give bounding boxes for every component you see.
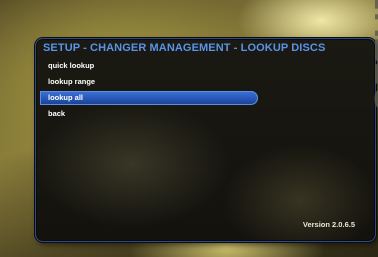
page-title: SETUP - CHANGER MANAGEMENT - LOOKUP DISC… bbox=[43, 42, 326, 54]
menu-item-back[interactable]: back bbox=[36, 107, 375, 121]
menu-list: quick lookup lookup range lookup all bac… bbox=[36, 59, 375, 123]
menu-item-label: lookup range bbox=[48, 77, 96, 86]
menu-item-label: quick lookup bbox=[48, 61, 95, 70]
setup-panel: SETUP - CHANGER MANAGEMENT - LOOKUP DISC… bbox=[35, 0, 378, 242]
menu-item-label: lookup all bbox=[48, 93, 84, 102]
menu-item-lookup-all[interactable]: lookup all bbox=[40, 91, 258, 105]
setup-watermark: SETUP bbox=[367, 0, 378, 111]
menu-item-label: back bbox=[48, 109, 66, 118]
menu-item-quick-lookup[interactable]: quick lookup bbox=[36, 59, 375, 73]
version-label: Version 2.0.6.5 bbox=[302, 220, 355, 229]
menu-item-lookup-range[interactable]: lookup range bbox=[36, 75, 375, 89]
